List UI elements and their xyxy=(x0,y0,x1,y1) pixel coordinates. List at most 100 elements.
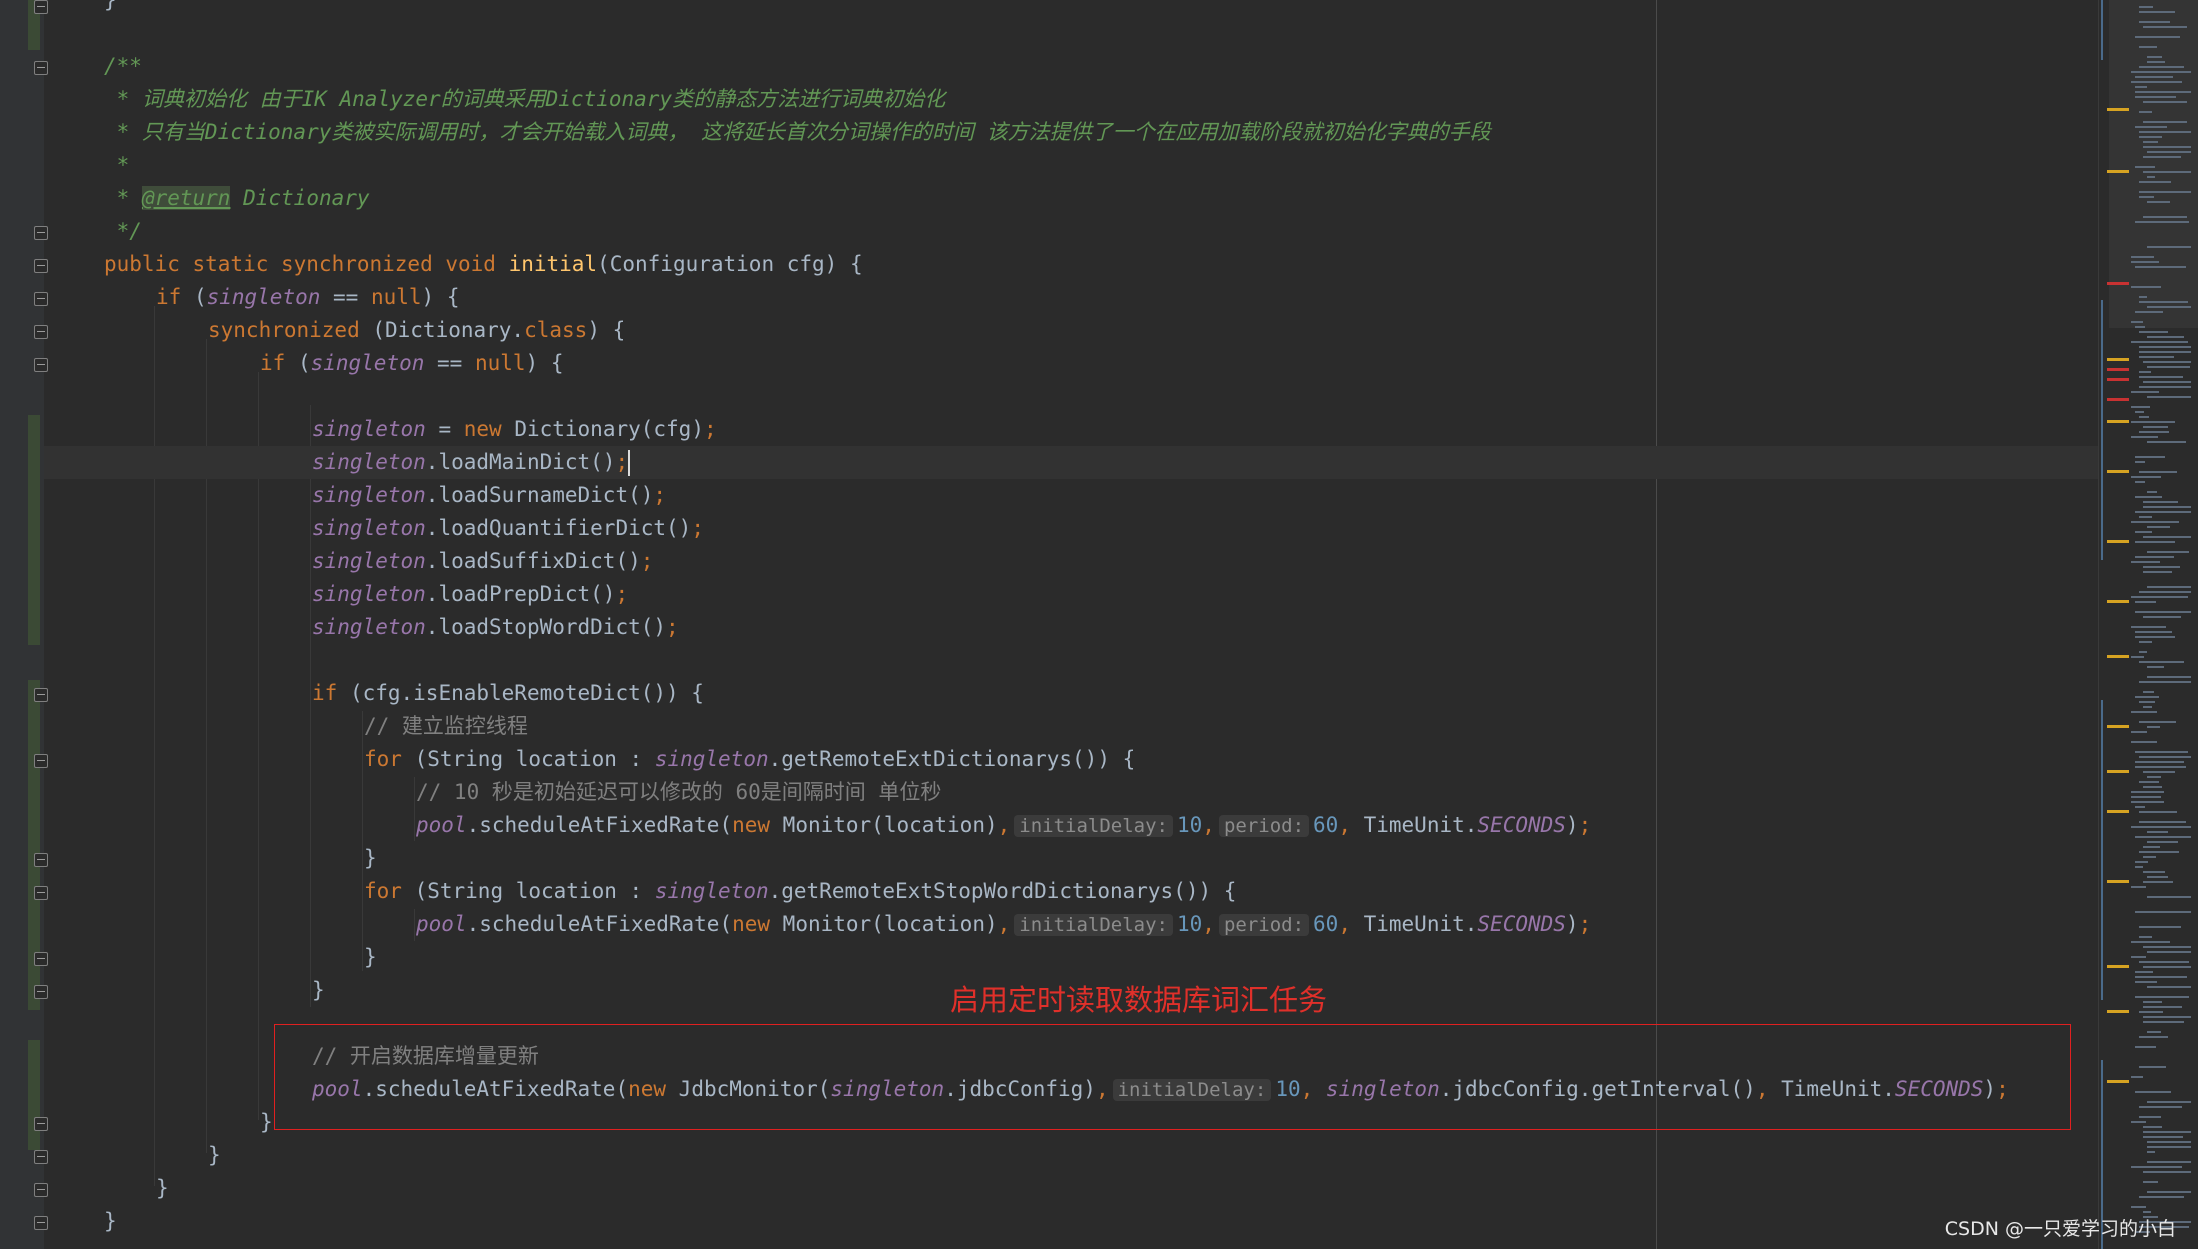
minimap-line xyxy=(2139,516,2152,518)
minimap-warning-marker[interactable] xyxy=(2107,655,2129,658)
minimap-line xyxy=(2147,151,2191,153)
code-line[interactable]: // 建立监控线程 xyxy=(364,710,528,743)
code-line[interactable]: } xyxy=(156,1172,169,1205)
minimap-scope-bar xyxy=(2101,700,2103,1000)
minimap-line xyxy=(2143,571,2173,573)
minimap-line xyxy=(2131,886,2147,888)
code-line[interactable]: // 10 秒是初始延迟可以修改的 60是间隔时间 单位秒 xyxy=(416,776,941,809)
code-line[interactable]: for (String location : singleton.getRemo… xyxy=(364,743,1135,776)
code-line[interactable]: singleton.loadQuantifierDict(); xyxy=(312,512,704,545)
minimap-line xyxy=(2139,356,2175,358)
code-line[interactable]: /** xyxy=(104,50,142,83)
code-line[interactable]: singleton.loadStopWordDict(); xyxy=(312,611,679,644)
editor-gutter xyxy=(0,0,48,1249)
minimap-warning-marker[interactable] xyxy=(2107,420,2129,423)
minimap-line xyxy=(2147,396,2191,398)
minimap-line xyxy=(2139,136,2162,138)
minimap-warning-marker[interactable] xyxy=(2107,600,2129,603)
minimap-line xyxy=(2147,776,2161,778)
minimap-line xyxy=(2147,526,2171,528)
minimap-line xyxy=(2139,641,2153,643)
minimap-warning-marker[interactable] xyxy=(2107,810,2129,813)
minimap-warning-marker[interactable] xyxy=(2107,965,2129,968)
minimap-line xyxy=(2135,976,2187,978)
current-code-line[interactable]: singleton.loadMainDict(); xyxy=(44,446,2098,479)
minimap-line xyxy=(2135,861,2148,863)
parameter-hint: initialDelay: xyxy=(1014,914,1173,936)
minimap-line xyxy=(2143,1126,2162,1128)
indent-guide xyxy=(154,306,155,1186)
code-line[interactable]: singleton.loadPrepDict(); xyxy=(312,578,628,611)
code-line[interactable]: singleton.loadSurnameDict(); xyxy=(312,479,666,512)
code-minimap[interactable] xyxy=(2098,0,2198,1249)
code-line[interactable]: } xyxy=(312,974,325,1007)
minimap-line xyxy=(2131,521,2179,523)
code-line[interactable]: if (cfg.isEnableRemoteDict()) { xyxy=(312,677,704,710)
code-line[interactable]: } xyxy=(208,1139,221,1172)
code-line[interactable]: * 只有当Dictionary类被实际调用时，才会开始载入词典， 这将延长首次分… xyxy=(104,116,1491,149)
minimap-line xyxy=(2139,21,2170,23)
minimap-line xyxy=(2139,346,2191,348)
minimap-line xyxy=(2143,1131,2191,1133)
minimap-error-marker[interactable] xyxy=(2107,378,2129,381)
minimap-line xyxy=(2139,131,2191,133)
minimap-line xyxy=(2147,551,2189,553)
minimap-line xyxy=(2143,1136,2183,1138)
code-line[interactable]: if (singleton == null) { xyxy=(156,281,459,314)
minimap-line xyxy=(2139,936,2153,938)
minimap-error-marker[interactable] xyxy=(2107,282,2129,285)
minimap-line xyxy=(2131,256,2155,258)
code-line[interactable]: * xyxy=(104,149,130,182)
minimap-line xyxy=(2143,786,2163,788)
minimap-line xyxy=(2131,1076,2143,1078)
code-line[interactable]: } xyxy=(104,0,117,17)
minimap-warning-marker[interactable] xyxy=(2107,540,2129,543)
code-line[interactable]: singleton.loadSuffixDict(); xyxy=(312,545,653,578)
minimap-line xyxy=(2131,476,2162,478)
code-line[interactable]: synchronized (Dictionary.class) { xyxy=(208,314,625,347)
code-line[interactable]: pool.scheduleAtFixedRate(new Monitor(loc… xyxy=(416,809,1591,842)
minimap-line xyxy=(2139,661,2184,663)
code-line[interactable]: singleton = new Dictionary(cfg); xyxy=(312,413,717,446)
minimap-line xyxy=(2139,756,2191,758)
minimap-line xyxy=(2139,471,2178,473)
minimap-line xyxy=(2139,296,2148,298)
minimap-warning-marker[interactable] xyxy=(2107,770,2129,773)
minimap-line xyxy=(2147,1146,2191,1148)
minimap-line xyxy=(2143,141,2159,143)
minimap-viewport[interactable] xyxy=(2109,0,2198,328)
code-line[interactable]: pool.scheduleAtFixedRate(new Monitor(loc… xyxy=(416,908,1591,941)
minimap-line xyxy=(2143,101,2187,103)
code-line[interactable]: * 词典初始化 由于IK Analyzer的词典采用Dictionary类的静态… xyxy=(104,83,945,116)
minimap-warning-marker[interactable] xyxy=(2107,1080,2129,1083)
code-line[interactable]: public static synchronized void initial(… xyxy=(104,248,863,281)
code-line[interactable]: for (String location : singleton.getRemo… xyxy=(364,875,1236,908)
minimap-line xyxy=(2135,971,2153,973)
parameter-hint: initialDelay: xyxy=(1014,815,1173,837)
minimap-warning-marker[interactable] xyxy=(2107,725,2129,728)
minimap-warning-marker[interactable] xyxy=(2107,108,2129,111)
code-line[interactable]: * @return Dictionary xyxy=(104,182,370,215)
code-line[interactable]: } xyxy=(104,1205,117,1238)
minimap-line xyxy=(2143,146,2191,148)
minimap-line xyxy=(2139,811,2178,813)
minimap-error-marker[interactable] xyxy=(2107,368,2129,371)
minimap-line xyxy=(2139,1036,2168,1038)
minimap-line xyxy=(2135,76,2174,78)
code-line[interactable]: if (singleton == null) { xyxy=(260,347,563,380)
minimap-error-marker[interactable] xyxy=(2107,398,2129,401)
minimap-warning-marker[interactable] xyxy=(2107,1010,2129,1013)
minimap-warning-marker[interactable] xyxy=(2107,358,2129,361)
minimap-warning-marker[interactable] xyxy=(2107,170,2129,173)
minimap-warning-marker[interactable] xyxy=(2107,470,2129,473)
minimap-line xyxy=(2135,866,2144,868)
code-line[interactable]: */ xyxy=(104,215,142,248)
code-line[interactable]: } xyxy=(364,842,377,875)
code-line[interactable]: } xyxy=(260,1106,273,1139)
minimap-warning-marker[interactable] xyxy=(2107,880,2129,883)
minimap-line xyxy=(2135,556,2174,558)
minimap-line xyxy=(2139,721,2177,723)
minimap-line xyxy=(2139,66,2184,68)
code-line[interactable]: } xyxy=(364,941,377,974)
minimap-line xyxy=(2139,781,2160,783)
